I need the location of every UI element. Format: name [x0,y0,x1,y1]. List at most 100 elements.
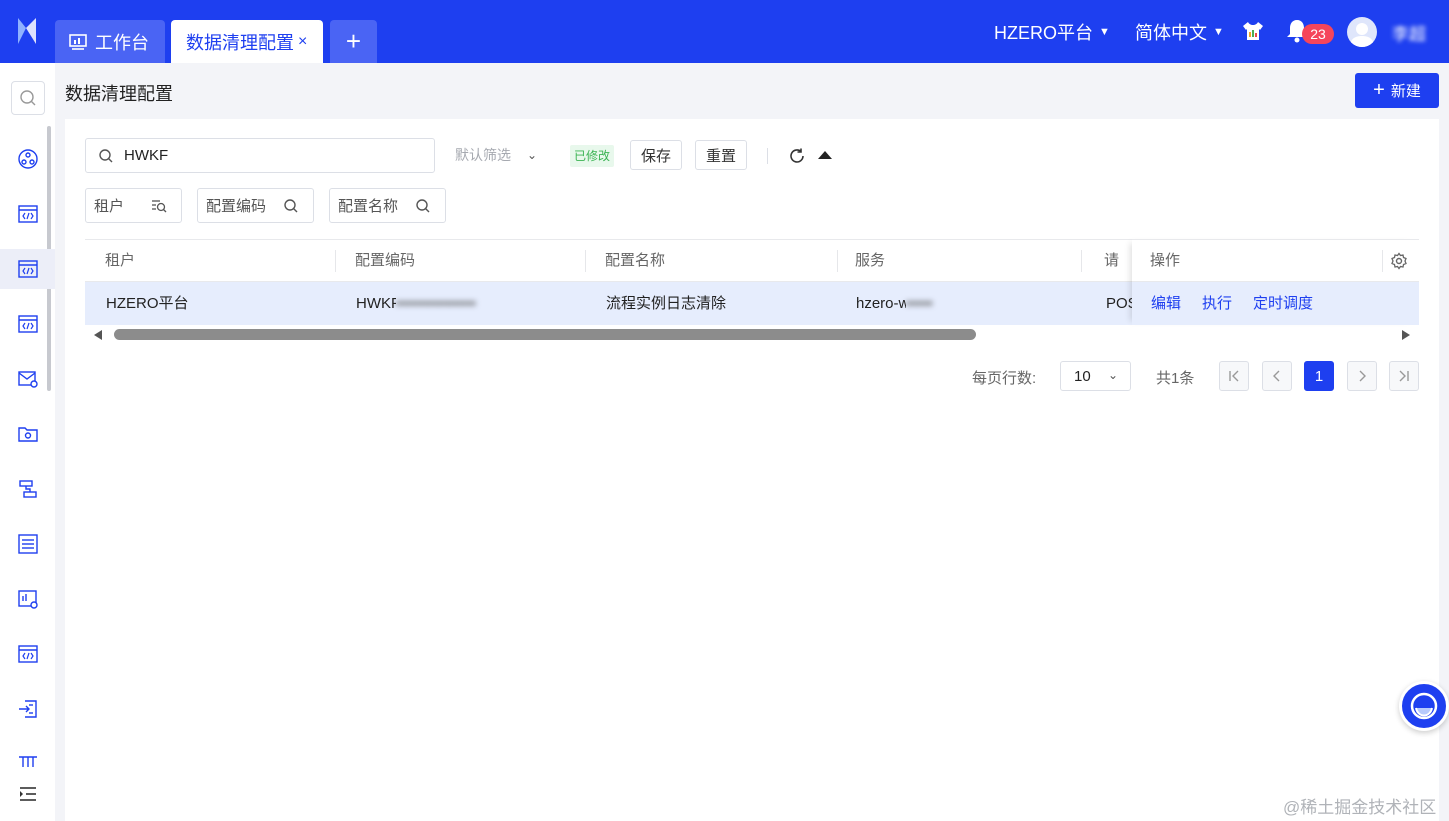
tenant-filter[interactable]: 租户 [85,188,182,223]
config-name-filter-label: 配置名称 [338,198,399,215]
scrollbar-thumb[interactable] [114,329,976,340]
tab-label: 工作台 [95,32,149,53]
schedule-link[interactable]: 定时调度 [1253,282,1313,325]
scroll-left-arrow-icon[interactable] [94,330,102,340]
config-code-filter[interactable]: 配置编码 [197,188,314,223]
column-header-config-code[interactable]: 配置编码 [355,240,415,282]
page-size-select[interactable]: 10 ⌄ [1060,361,1131,391]
column-header-method[interactable]: 请求 [1104,240,1132,282]
tab-data-cleanup-config[interactable]: 数据清理配置 × [171,20,323,63]
tab-close-icon[interactable]: × [298,33,307,51]
new-button[interactable]: + 新建 [1355,73,1439,108]
chevron-down-icon: ⌄ [527,148,538,162]
import-icon [18,700,37,718]
scroll-right-arrow-icon[interactable] [1402,330,1410,340]
config-name-filter[interactable]: 配置名称 [329,188,446,223]
search-value: HWKF [124,147,169,164]
sidebar-item-7[interactable] [0,469,55,509]
sidebar-item-6[interactable] [0,414,55,454]
sidebar-item-4[interactable] [0,304,55,344]
tab-workbench[interactable]: 工作台 [55,20,165,63]
first-page-button[interactable] [1219,361,1249,391]
chart-settings-icon [17,590,38,609]
code-window-icon [17,645,38,663]
column-divider [335,250,336,272]
watermark: @稀土掘金技术社区 [1283,798,1437,817]
fixed-actions-column: 操作 编辑 执行 定时调度 [1132,239,1419,325]
platform-selector[interactable]: HZERO平台 ▼ [994,0,1110,63]
sidebar-item-3[interactable] [0,249,55,289]
help-assistant-button[interactable] [1399,681,1449,731]
column-settings-gear-icon[interactable] [1390,252,1408,270]
page-title: 数据清理配置 [65,84,173,104]
language-label: 简体中文 [1135,22,1207,43]
username[interactable]: 李超 [1392,20,1432,42]
sidebar-collapse-button[interactable] [0,774,55,814]
page-number-button[interactable]: 1 [1304,361,1334,391]
table-horizontal-scrollbar[interactable] [85,325,1419,345]
save-button[interactable]: 保存 [630,140,682,170]
search-input[interactable]: HWKF [85,138,435,173]
column-header-service[interactable]: 服务 [855,240,885,282]
sidebar-item-8[interactable] [0,524,55,564]
execute-link[interactable]: 执行 [1202,282,1232,325]
chevron-right-icon [1359,370,1366,382]
sidebar-search-button[interactable] [11,81,45,115]
chevron-left-icon [1273,370,1280,382]
code-window-icon [17,315,38,333]
page-size-label: 每页行数: [972,370,1037,387]
network-icon [17,149,38,169]
prev-page-button[interactable] [1262,361,1292,391]
user-avatar-icon [1350,23,1374,47]
platform-label: HZERO平台 [994,22,1093,43]
cell-config-name: 流程实例日志清除 [606,295,727,312]
chevron-down-icon: ▼ [1213,25,1224,38]
app-logo-icon[interactable] [14,16,40,46]
page-size-value: 10 [1074,367,1091,385]
user-avatar[interactable] [1347,17,1377,47]
collapse-filters-icon[interactable] [818,151,832,159]
sliders-icon [18,756,37,767]
sidebar-item-10[interactable] [0,634,55,674]
column-header-actions: 操作 [1150,252,1181,269]
theme-shirt-icon[interactable] [1241,19,1265,43]
refresh-icon[interactable] [788,147,806,165]
sidebar-item-2[interactable] [0,194,55,234]
toolbar-divider [767,148,768,164]
sidebar-item-11[interactable] [0,689,55,729]
edit-link[interactable]: 编辑 [1151,282,1181,325]
add-tab-button[interactable]: + [330,20,377,63]
search-icon [284,199,298,213]
service-blurred: ▪▪▪▪▪ [906,295,933,312]
column-header-config-name[interactable]: 配置名称 [605,240,665,282]
language-selector[interactable]: 简体中文 ▼ [1135,0,1224,63]
sidebar-item-9[interactable] [0,579,55,619]
plus-icon: + [1373,79,1385,101]
column-header-tenant[interactable]: 租户 [105,240,135,282]
reset-button[interactable]: 重置 [695,140,747,170]
next-page-button[interactable] [1347,361,1377,391]
tab-label: 数据清理配置 [186,32,294,53]
cell-method: POST [1106,295,1132,312]
sidebar-item-5[interactable] [0,359,55,399]
cell-config-code: HWKF_INSTANCE_REV_CLR_1▪▪▪▪▪▪▪▪▪▪▪▪▪▪▪ [356,282,566,325]
column-divider [1382,250,1383,272]
assistant-icon [1410,692,1438,720]
column-divider [585,250,586,272]
chevron-down-icon: ⌄ [1107,368,1118,382]
mail-settings-icon [17,371,38,388]
new-button-label: 新建 [1390,83,1421,100]
menu-collapse-icon [19,787,36,801]
last-page-button[interactable] [1389,361,1419,391]
actions-header: 操作 [1132,239,1419,282]
column-divider [837,250,838,272]
actions-row: 编辑 执行 定时调度 [1132,282,1419,325]
sidebar-item-1[interactable] [0,139,55,179]
sidebar [0,63,55,821]
filter-preset-placeholder: 默认筛选 [455,147,511,163]
chevron-down-icon: ▼ [1099,25,1110,38]
service-value: hzero-workflow [856,295,906,312]
content-card [65,119,1439,821]
filter-preset-select[interactable]: 默认筛选 ⌄ [455,145,537,165]
first-page-icon [1229,370,1239,382]
